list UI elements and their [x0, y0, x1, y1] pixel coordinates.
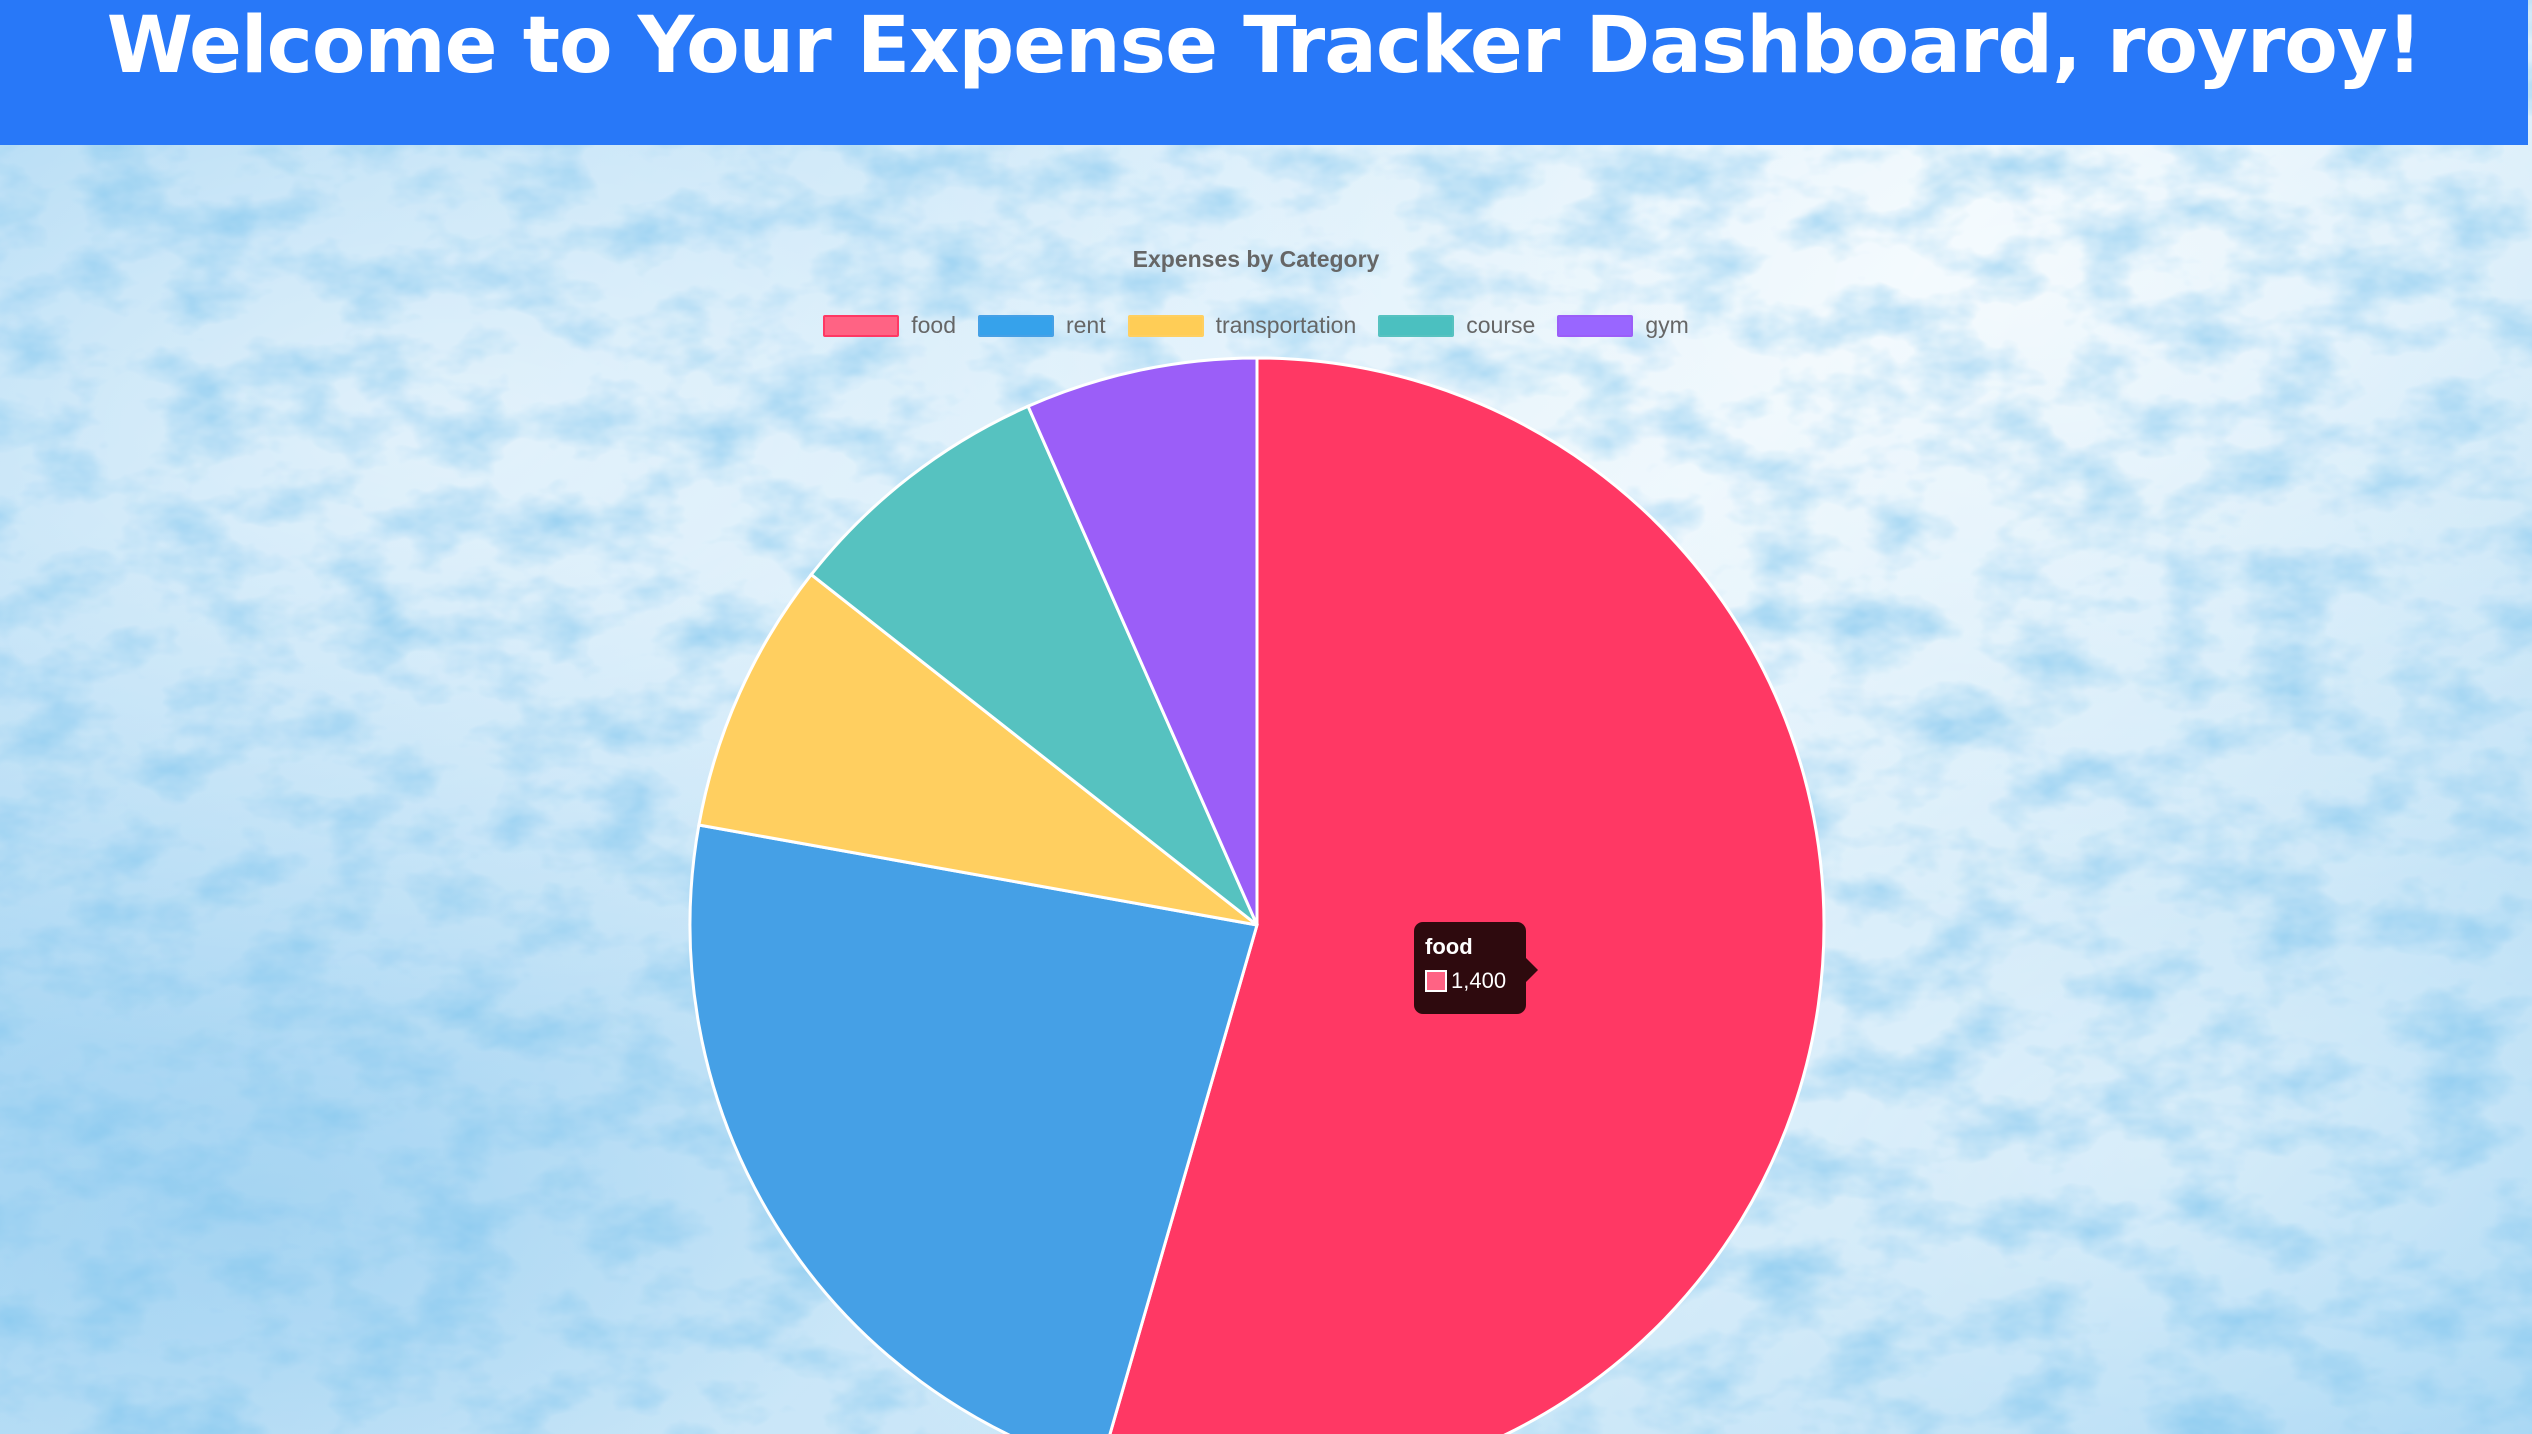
tooltip-color-swatch	[1425, 970, 1447, 992]
tooltip-title: food	[1425, 934, 1473, 959]
expenses-pie-chart	[688, 356, 1826, 1434]
chart-tooltip: food 1,400	[1414, 922, 1538, 1014]
tooltip-value: 1,400	[1451, 968, 1507, 993]
